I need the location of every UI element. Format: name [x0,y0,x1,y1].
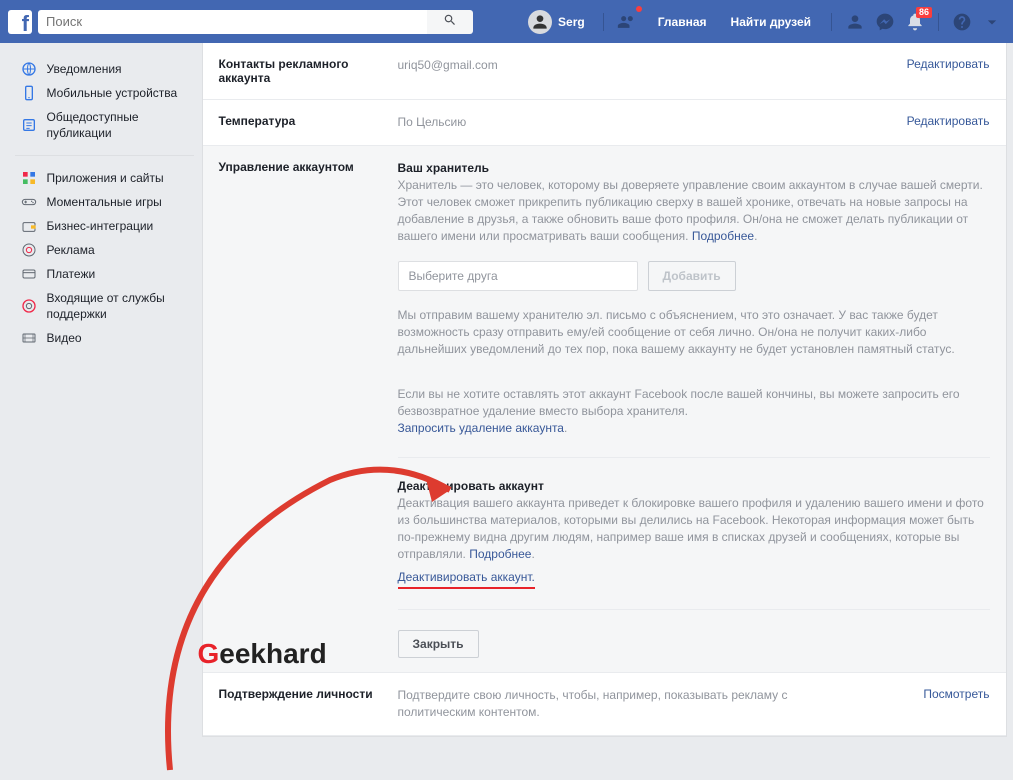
sidebar-item-notifications[interactable]: Уведомления [15,57,194,81]
sidebar-item-label: Платежи [47,266,96,282]
close-button[interactable]: Закрыть [398,630,479,658]
row-identity: Подтверждение личности Подтвердите свою … [203,673,1006,736]
row-manage-account: Управление аккаунтом Ваш хранитель Храни… [203,146,1006,673]
gamepad-icon [21,194,37,210]
choose-friend-input[interactable] [398,261,638,291]
row-value: uriq50@gmail.com [398,57,866,85]
sidebar-item-payments[interactable]: Платежи [15,262,194,286]
settings-dropdown-icon[interactable] [979,9,1005,35]
nav-find-friends[interactable]: Найти друзей [721,15,821,29]
sidebar-item-label: Уведомления [47,61,122,77]
section-title: Ваш хранитель [398,160,990,177]
mobile-icon [21,85,37,101]
apps-icon [21,170,37,186]
deactivate-account-link[interactable]: Деактивировать аккаунт. [398,569,535,589]
row-label: Температура [219,114,384,131]
sidebar-item-label: Реклама [47,242,95,258]
user-name: Serg [558,15,585,29]
top-navbar: f Serg Главная Найти друзей [0,0,1013,43]
sidebar-item-public-posts[interactable]: Общедоступные публикации [15,105,194,145]
choose-friend-row: Добавить [398,261,990,291]
sidebar-item-mobile[interactable]: Мобильные устройства [15,81,194,105]
close-row: Geekhard Закрыть [398,630,990,658]
lifebuoy-icon [21,298,37,314]
learn-more-link[interactable]: Подробнее [469,547,531,561]
settings-sidebar: Уведомления Мобильные устройства Общедос… [7,43,202,737]
sidebar-item-label: Входящие от службы поддержки [47,290,188,322]
edit-link[interactable]: Редактировать [907,114,990,128]
search-input[interactable] [38,10,427,34]
learn-more-link[interactable]: Подробнее [692,229,754,243]
settings-main: Контакты рекламного аккаунта uriq50@gmai… [202,43,1007,737]
view-link[interactable]: Посмотреть [923,687,989,701]
help-icon[interactable] [949,9,975,35]
topbar-right: Serg Главная Найти друзей 86 [520,9,1005,35]
email-note: Мы отправим вашему хранителю эл. письмо … [398,307,990,358]
manage-account-body: Ваш хранитель Хранитель — это человек, к… [398,160,990,658]
sidebar-item-label: Бизнес-интеграции [47,218,154,234]
section-desc: Хранитель — это человек, которому вы дов… [398,177,990,245]
section-title: Деактивировать аккаунт [398,478,990,495]
sidebar-item-business[interactable]: Бизнес-интеграции [15,214,194,238]
avatar [528,10,552,34]
watermark-overlay: Geekhard [198,645,327,662]
nav-home[interactable]: Главная [648,15,717,29]
row-label: Контакты рекламного аккаунта [219,57,384,85]
delete-note: Если вы не хотите оставлять этот аккаунт… [398,386,990,437]
section-desc: Деактивация вашего аккаунта приведет к б… [398,495,990,563]
legacy-contact-section: Ваш хранитель Хранитель — это человек, к… [398,160,990,437]
deactivate-section: Деактивировать аккаунт Деактивация вашег… [398,478,990,589]
card-icon [21,266,37,282]
row-value: Подтвердите свою личность, чтобы, наприм… [398,687,866,721]
request-delete-link[interactable]: Запросить удаление аккаунта [398,421,564,435]
messenger-icon[interactable] [872,9,898,35]
sidebar-item-apps[interactable]: Приложения и сайты [15,166,194,190]
section-separator [398,609,990,610]
sidebar-item-video[interactable]: Видео [15,326,194,350]
row-label: Управление аккаунтом [219,160,384,658]
divider [831,13,832,31]
sidebar-item-ads[interactable]: Реклама [15,238,194,262]
ads-icon [21,242,37,258]
user-profile-link[interactable]: Serg [520,10,593,34]
sidebar-divider [15,155,194,156]
sidebar-item-label: Мобильные устройства [47,85,178,101]
search-button[interactable] [427,10,473,34]
add-friend-button[interactable]: Добавить [648,261,736,291]
sidebar-item-label: Общедоступные публикации [47,109,188,141]
search-wrapper [38,10,473,34]
row-temperature: Температура По Цельсию Редактировать [203,100,1006,146]
page-container: Уведомления Мобильные устройства Общедос… [7,43,1007,737]
sidebar-item-support[interactable]: Входящие от службы поддержки [15,286,194,326]
row-ad-contacts: Контакты рекламного аккаунта uriq50@gmai… [203,43,1006,100]
briefcase-icon [21,218,37,234]
row-label: Подтверждение личности [219,687,384,721]
row-value: По Цельсию [398,114,866,131]
friends-icon[interactable] [842,9,868,35]
badge [636,6,642,12]
video-icon [21,330,37,346]
sidebar-item-label: Приложения и сайты [47,170,164,186]
friend-requests-icon[interactable] [614,9,640,35]
section-separator [398,457,990,458]
divider [938,13,939,31]
globe-icon [21,61,37,77]
notifications-badge: 86 [916,7,932,18]
facebook-logo[interactable]: f [8,10,32,34]
sidebar-item-games[interactable]: Моментальные игры [15,190,194,214]
feed-icon [21,117,37,133]
edit-link[interactable]: Редактировать [907,57,990,71]
sidebar-item-label: Моментальные игры [47,194,162,210]
sidebar-item-label: Видео [47,330,82,346]
notifications-icon[interactable]: 86 [902,9,928,35]
search-icon [443,13,457,30]
divider [603,13,604,31]
